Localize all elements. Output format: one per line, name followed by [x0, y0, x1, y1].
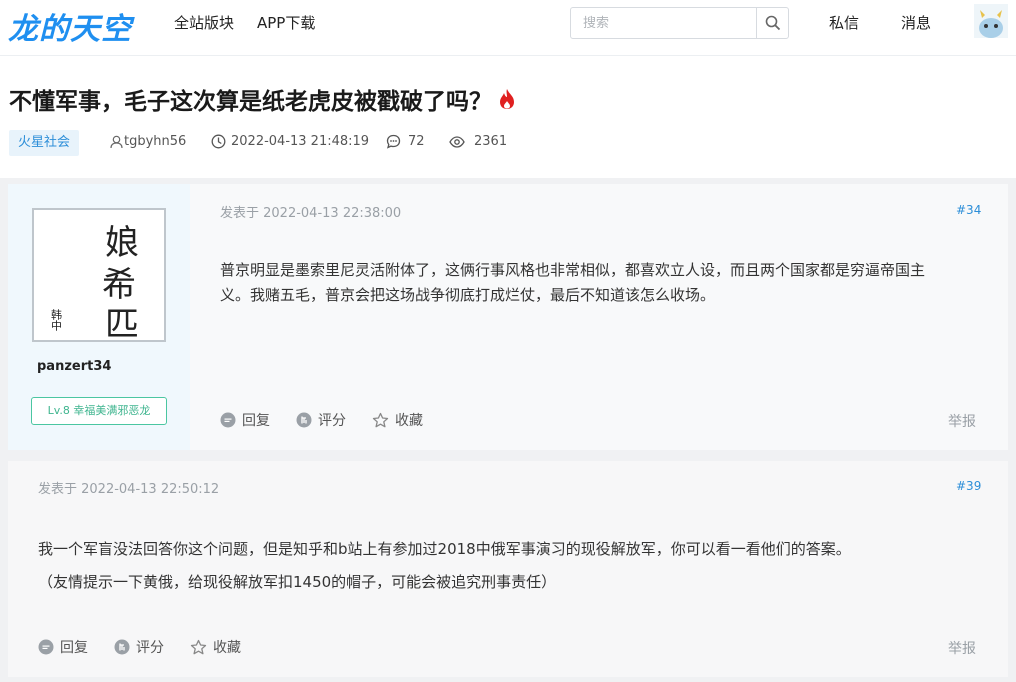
- thread-datetime: 2022-04-13 21:48:19: [211, 134, 369, 149]
- post-39: 发表于 2022-04-13 22:50:12 #39 我一个军盲没法回答你这个…: [8, 461, 1008, 677]
- reply-icon: [220, 412, 236, 428]
- clock-icon: [211, 134, 226, 149]
- post-actions: 回复 评分 收藏: [38, 637, 241, 657]
- views-count: 2361: [474, 134, 508, 149]
- search-box: [570, 7, 789, 39]
- dragon-avatar-icon: [974, 4, 1008, 38]
- rate-icon: [296, 412, 312, 428]
- search-button[interactable]: [756, 8, 788, 38]
- star-icon: [372, 412, 389, 427]
- post-author-name[interactable]: panzert34: [37, 359, 111, 374]
- post-author-panel: 娘 希 匹 韩中 panzert34 Lv.8 幸福美满邪恶龙: [8, 184, 190, 450]
- svg-text:韩中: 韩中: [50, 308, 63, 331]
- favorite-button[interactable]: 收藏: [190, 637, 241, 657]
- favorite-label: 收藏: [395, 413, 423, 429]
- level-badge: Lv.8 幸福美满邪恶龙: [31, 397, 167, 425]
- report-link[interactable]: 举报: [948, 411, 976, 431]
- replies-count: 72: [408, 134, 425, 149]
- rate-label: 评分: [136, 640, 164, 656]
- board-tag[interactable]: 火星社会: [9, 130, 80, 156]
- reply-icon: [38, 639, 54, 655]
- svg-text:希: 希: [102, 265, 136, 305]
- hot-flame-icon: [498, 88, 516, 110]
- datetime-text: 2022-04-13 21:48:19: [231, 134, 370, 149]
- star-icon: [190, 639, 207, 654]
- reply-label: 回复: [242, 413, 270, 429]
- top-header: 龙的天空 全站版块 APP下载 私信 消息: [0, 0, 1016, 56]
- post-actions: 回复 评分 收藏: [220, 410, 423, 430]
- eye-icon: [449, 135, 465, 148]
- post-line: 普京明显是墨索里尼灵活附体了，这俩行事风格也非常相似，都喜欢立人设，而且两个国家…: [220, 261, 926, 279]
- rate-button[interactable]: 评分: [296, 410, 346, 430]
- notifications-link[interactable]: 消息: [901, 12, 931, 33]
- post-content: 我一个军盲没法回答你这个问题，但是知乎和b站上有参加过2018中俄军事演习的现役…: [38, 533, 998, 599]
- search-input[interactable]: [571, 8, 757, 38]
- nav-all-boards[interactable]: 全站版块: [174, 12, 234, 33]
- post-34: 娘 希 匹 韩中 panzert34 Lv.8 幸福美满邪恶龙 发表于 2022…: [8, 184, 1008, 450]
- report-link[interactable]: 举报: [948, 638, 976, 658]
- thread-views: 2361: [449, 134, 507, 149]
- post-time: 发表于 2022-04-13 22:50:12: [38, 482, 220, 497]
- thread-title-text: 不懂军事，毛子这次算是纸老虎皮被戳破了吗？: [9, 89, 492, 115]
- reply-label: 回复: [60, 640, 88, 656]
- user-avatar[interactable]: [974, 4, 1008, 38]
- thread-header: 不懂军事，毛子这次算是纸老虎皮被戳破了吗？ 火星社会 tgbyhn56 2022…: [0, 56, 1016, 178]
- thread-replies: 72: [386, 134, 425, 149]
- svg-text:匹: 匹: [105, 305, 139, 340]
- svg-text:娘: 娘: [105, 223, 139, 263]
- thread-title: 不懂军事，毛子这次算是纸老虎皮被戳破了吗？: [9, 82, 516, 116]
- rate-icon: [114, 639, 130, 655]
- author-name: tgbyhn56: [124, 134, 187, 149]
- reply-button[interactable]: 回复: [38, 637, 88, 657]
- calligraphy-avatar: 娘 希 匹 韩中: [50, 223, 140, 345]
- site-logo[interactable]: 龙的天空: [8, 4, 132, 48]
- thread-meta: 火星社会: [9, 130, 80, 156]
- comment-icon: [386, 134, 401, 149]
- favorite-button[interactable]: 收藏: [372, 410, 423, 430]
- rate-label: 评分: [318, 413, 346, 429]
- post-time: 发表于 2022-04-13 22:38:00: [220, 206, 402, 221]
- post-floor-link[interactable]: #39: [956, 479, 981, 493]
- thread-author[interactable]: tgbyhn56: [110, 134, 186, 149]
- nav-app-download[interactable]: APP下载: [257, 12, 315, 33]
- post-line: 义。我赌五毛，普京会把这场战争彻底打成烂仗，最后不知道该怎么收场。: [220, 286, 716, 304]
- post-line: 我一个军盲没法回答你这个问题，但是知乎和b站上有参加过2018中俄军事演习的现役…: [38, 540, 851, 558]
- search-icon: [765, 15, 780, 31]
- rate-button[interactable]: 评分: [114, 637, 164, 657]
- reply-button[interactable]: 回复: [220, 410, 270, 430]
- private-messages-link[interactable]: 私信: [829, 12, 859, 33]
- post-body: 发表于 2022-04-13 22:38:00 #34 普京明显是墨索里尼灵活附…: [190, 184, 1008, 450]
- post-content: 普京明显是墨索里尼灵活附体了，这俩行事风格也非常相似，都喜欢立人设，而且两个国家…: [220, 258, 990, 308]
- user-icon: [110, 135, 123, 148]
- post-line: （友情提示一下黄俄，给现役解放军扣1450的帽子，可能会被追究刑事责任）: [38, 573, 557, 591]
- post-floor-link[interactable]: #34: [956, 203, 981, 217]
- author-avatar[interactable]: 娘 希 匹 韩中: [32, 208, 166, 345]
- favorite-label: 收藏: [213, 640, 241, 656]
